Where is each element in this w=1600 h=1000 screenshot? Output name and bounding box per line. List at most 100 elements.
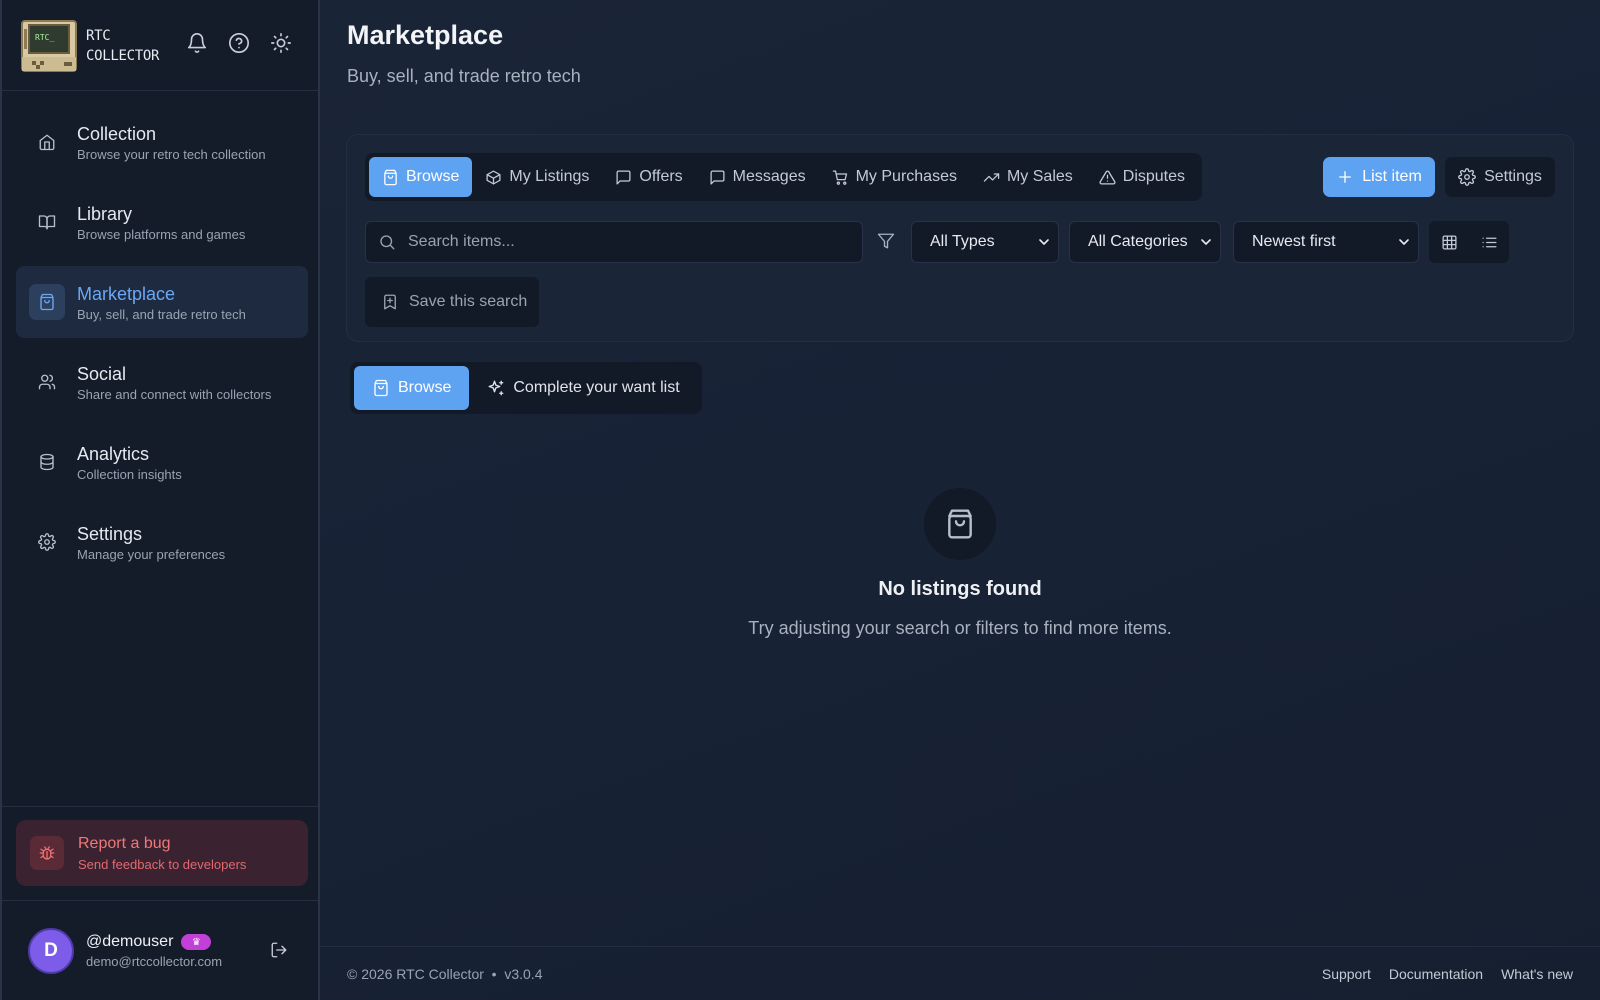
brand-line-1: RTC	[86, 28, 111, 44]
brand-line-2: COLLECTOR	[86, 48, 160, 64]
sidebar-item-title: Social	[77, 363, 127, 384]
home-icon	[32, 127, 62, 157]
sidebar-nav: Collection Browse your retro tech collec…	[16, 106, 308, 586]
chevron-down-icon	[1399, 239, 1409, 245]
empty-state-subtitle: Try adjusting your search or filters to …	[748, 618, 1172, 638]
report-bug-button[interactable]: Report a bug Send feedback to developers	[16, 820, 308, 886]
browse-mode-toggle: Browse Complete your want list	[350, 362, 702, 414]
package-icon	[486, 169, 501, 185]
bell-icon[interactable]	[186, 32, 208, 54]
avatar[interactable]: D	[28, 928, 74, 974]
sidebar-item-title: Library	[77, 203, 133, 224]
sidebar-item-title: Settings	[77, 523, 143, 544]
whats-new-link[interactable]: What's new	[1501, 966, 1573, 982]
sidebar-item-social[interactable]: Social Share and connect with collectors	[16, 346, 308, 418]
footer-copyright: © 2026 RTC Collector • v3.0.4	[347, 965, 543, 982]
tab-browse[interactable]: Browse	[369, 157, 473, 197]
tab-my-listings[interactable]: My Listings	[472, 157, 602, 197]
report-bug-title: Report a bug	[78, 834, 171, 852]
bookmark-plus-icon	[384, 294, 396, 310]
sidebar-item-title: Collection	[77, 123, 157, 144]
type-select[interactable]: All Types	[911, 221, 1059, 263]
cart-icon	[832, 169, 847, 185]
brand-name: RTC COLLECTOR	[86, 26, 159, 66]
sidebar-item-subtitle: Share and connect with collectors	[77, 386, 272, 402]
category-select-value: All Categories	[1088, 233, 1188, 250]
want-list-mode-label: Complete your want list	[513, 379, 680, 396]
grid-view-icon[interactable]	[1441, 234, 1458, 251]
empty-state-bag-icon	[924, 488, 996, 560]
logout-icon[interactable]	[270, 941, 288, 959]
sidebar-item-analytics[interactable]: Analytics Collection insights	[16, 426, 308, 498]
list-view-icon[interactable]	[1481, 234, 1498, 251]
alert-triangle-icon	[1099, 169, 1116, 185]
sidebar-item-settings[interactable]: Settings Manage your preferences	[16, 506, 308, 578]
bug-icon	[30, 836, 64, 870]
brand-logo[interactable]: RTC_ RTC COLLECTOR	[20, 18, 159, 74]
shopping-bag-icon	[29, 284, 65, 320]
tab-my-purchases[interactable]: My Purchases	[819, 157, 970, 197]
sun-icon[interactable]	[270, 32, 292, 54]
sidebar-item-library[interactable]: Library Browse platforms and games	[16, 186, 308, 258]
tab-messages[interactable]: Messages	[696, 157, 819, 197]
marketplace-settings-button[interactable]: Settings	[1445, 157, 1555, 197]
marketplace-tabs: Browse My Listings Offers Messages My Pu…	[365, 153, 1203, 201]
documentation-link[interactable]: Documentation	[1389, 966, 1483, 982]
tab-offers[interactable]: Offers	[602, 157, 695, 197]
list-item-button[interactable]: List item	[1323, 157, 1435, 197]
browse-mode-label: Browse	[398, 379, 452, 396]
settings-label: Settings	[1484, 168, 1542, 185]
sidebar-item-title: Marketplace	[77, 283, 176, 304]
user-profile: D @demouser ♛ demo@rtccollector.com	[28, 926, 298, 976]
user-email: demo@rtccollector.com	[86, 954, 223, 969]
trending-up-icon	[983, 172, 1000, 182]
search-box	[365, 221, 863, 263]
tab-label: Messages	[732, 168, 806, 185]
shopping-bag-icon	[374, 379, 388, 397]
save-search-label: Save this search	[409, 293, 528, 310]
sidebar-item-subtitle: Manage your preferences	[77, 546, 226, 562]
message-square-icon	[616, 169, 631, 185]
user-name-row: @demouser ♛	[86, 933, 222, 951]
help-icon[interactable]	[228, 32, 250, 54]
filter-icon[interactable]	[877, 232, 895, 250]
sparkles-icon	[488, 380, 504, 396]
footer: © 2026 RTC Collector • v3.0.4 Support Do…	[320, 946, 1600, 1000]
save-search-button[interactable]: Save this search	[365, 277, 539, 327]
tab-my-sales[interactable]: My Sales	[970, 157, 1086, 197]
want-list-mode-button[interactable]: Complete your want list	[469, 366, 697, 410]
sidebar-divider	[2, 806, 318, 807]
page-subtitle: Buy, sell, and trade retro tech	[347, 66, 581, 86]
sidebar-item-subtitle: Buy, sell, and trade retro tech	[77, 306, 246, 322]
sidebar-top-actions	[186, 32, 292, 54]
type-select-value: All Types	[930, 233, 995, 250]
category-select[interactable]: All Categories	[1069, 221, 1221, 263]
footer-links: Support Documentation What's new	[1322, 966, 1573, 982]
page-title: Marketplace	[347, 20, 504, 50]
logo-screen-text: RTC_	[35, 33, 55, 42]
sidebar-item-title: Analytics	[77, 443, 150, 464]
empty-state-title: No listings found	[878, 578, 1042, 600]
marketplace-toolbar-panel: Browse My Listings Offers Messages My Pu…	[346, 134, 1574, 342]
tab-label: Offers	[639, 168, 683, 185]
sidebar-divider	[2, 90, 318, 91]
tab-label: My Purchases	[855, 168, 957, 185]
username: @demouser	[86, 933, 174, 950]
search-icon	[380, 235, 395, 250]
sidebar-item-subtitle: Collection insights	[77, 466, 182, 482]
tab-label: My Sales	[1006, 168, 1073, 185]
sidebar-item-collection[interactable]: Collection Browse your retro tech collec…	[16, 106, 308, 178]
sidebar-item-marketplace[interactable]: Marketplace Buy, sell, and trade retro t…	[16, 266, 308, 338]
gear-icon	[32, 527, 62, 557]
database-icon	[32, 447, 62, 477]
list-item-label: List item	[1362, 168, 1422, 185]
chevron-down-icon	[1201, 239, 1211, 245]
search-input[interactable]	[408, 233, 848, 251]
support-link[interactable]: Support	[1322, 966, 1371, 982]
sidebar: RTC_ RTC COLLECTOR Collection Browse you…	[0, 0, 320, 1000]
browse-mode-button[interactable]: Browse	[354, 366, 470, 410]
computer-logo-icon: RTC_	[20, 19, 78, 73]
crown-icon: ♛	[181, 934, 212, 950]
sort-select[interactable]: Newest first	[1233, 221, 1419, 263]
tab-disputes[interactable]: Disputes	[1086, 157, 1198, 197]
